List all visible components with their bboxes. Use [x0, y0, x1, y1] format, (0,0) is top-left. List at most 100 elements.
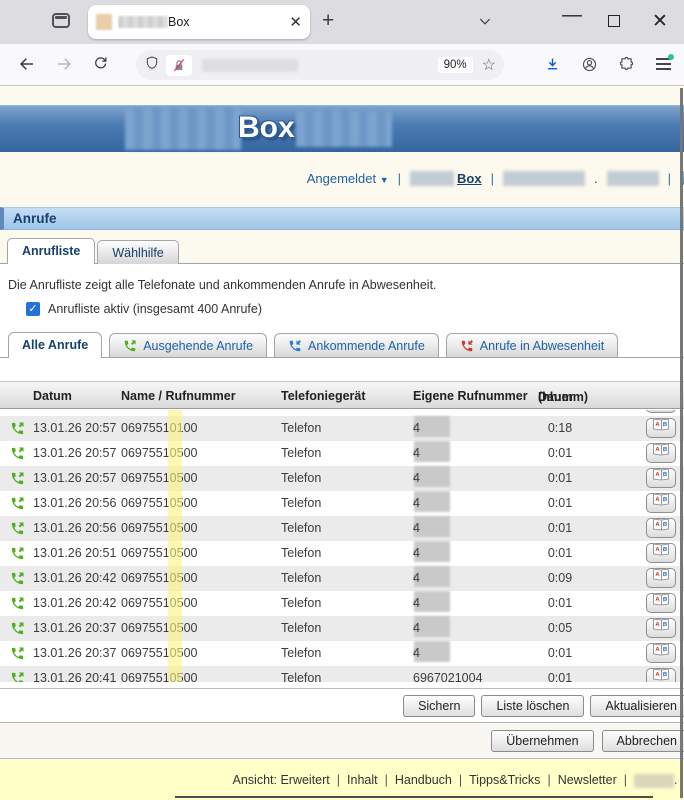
- phonebook-button[interactable]: AB: [646, 518, 676, 538]
- window-close-button[interactable]: ✕: [652, 10, 668, 33]
- call-device: Telefon: [281, 466, 321, 491]
- download-icon[interactable]: [544, 56, 561, 78]
- phonebook-button[interactable]: AB: [646, 443, 676, 463]
- extensions-puzzle-icon[interactable]: [618, 56, 635, 78]
- outgoing-call-icon: [10, 646, 25, 661]
- call-number: 06975510500: [121, 591, 197, 616]
- call-device: Telefon: [281, 541, 321, 566]
- checkbox-checked[interactable]: ✓: [26, 302, 40, 316]
- table-row: 13.01.26 20:37 06975510500 Telefon 6964 …: [0, 616, 684, 641]
- tab-anrufliste[interactable]: Anrufliste: [7, 238, 95, 264]
- page-viewport: Box Angemeldet ▼ | Box | . | ? Anrufe An…: [0, 86, 684, 800]
- logged-in-menu[interactable]: Angemeldet ▼: [307, 171, 389, 186]
- call-list-active-row: ✓ Anrufliste aktiv (insgesamt 400 Anrufe…: [26, 302, 262, 316]
- table-row: 13.01.26 20:37 06975510500 Telefon 6964 …: [0, 641, 684, 666]
- menu-redacted-2: [503, 171, 585, 186]
- firefox-view-icon[interactable]: [52, 13, 70, 28]
- footer-redacted: [634, 774, 674, 788]
- cancel-button[interactable]: Abbrechen: [602, 730, 684, 752]
- call-table-body: AB 13.01.26 20:57 06975510100 Telefon 69…: [0, 410, 684, 682]
- menu-redacted-3: [607, 171, 659, 186]
- forward-button-icon[interactable]: [55, 55, 73, 78]
- tab-favicon-redacted: [96, 14, 112, 30]
- browser-tab[interactable]: Box ✕: [88, 5, 310, 39]
- phonebook-button[interactable]: AB: [646, 568, 676, 588]
- bookmark-star-icon[interactable]: ☆: [482, 55, 496, 75]
- filter-tab-outgoing[interactable]: Ausgehende Anrufe: [109, 333, 267, 357]
- call-date: 13.01.26 20:57: [33, 416, 116, 441]
- footer-link-handbuch[interactable]: Handbuch: [395, 773, 452, 787]
- call-date: 13.01.26 20:57: [33, 466, 116, 491]
- table-row: 13.01.26 20:56 06975510500 Telefon 6964 …: [0, 491, 684, 516]
- filter-tab-all[interactable]: Alle Anrufe: [8, 332, 102, 358]
- call-filter-tabs: Alle Anrufe Ausgehende Anrufe Ankommende…: [0, 330, 684, 358]
- tab-close-icon[interactable]: ✕: [289, 13, 302, 31]
- delete-list-button[interactable]: Liste löschen: [481, 695, 584, 717]
- phonebook-button[interactable]: AB: [646, 410, 676, 413]
- call-number: 06975510500: [121, 441, 197, 466]
- back-button-icon[interactable]: [18, 55, 36, 78]
- call-duration: 0:01: [530, 491, 590, 516]
- footer-link-tipps[interactable]: Tipps&Tricks: [469, 773, 540, 787]
- outgoing-call-icon: [10, 471, 25, 486]
- new-tab-button[interactable]: +: [322, 9, 334, 33]
- account-icon[interactable]: [581, 56, 598, 78]
- phonebook-button[interactable]: AB: [646, 643, 676, 663]
- call-number: 06975510100: [121, 416, 197, 441]
- footer-dot: .: [674, 773, 677, 787]
- outgoing-call-icon: [10, 446, 25, 461]
- footer-link-ansicht[interactable]: Ansicht: Erweitert: [233, 773, 330, 787]
- menu-hamburger-icon[interactable]: [656, 58, 671, 70]
- window-minimize-button[interactable]: —: [562, 4, 582, 27]
- call-duration: 0:05: [530, 616, 590, 641]
- call-number: 06975510500: [121, 616, 197, 641]
- footer-link-newsletter[interactable]: Newsletter: [558, 773, 617, 787]
- page-scrollbar[interactable]: [680, 88, 683, 798]
- phonebook-button[interactable]: AB: [646, 418, 676, 438]
- filter-tab-incoming[interactable]: Ankommende Anrufe: [274, 333, 439, 357]
- save-button[interactable]: Sichern: [403, 695, 475, 717]
- table-row: 13.01.26 20:57 06975510100 Telefon 6964 …: [0, 416, 684, 441]
- table-row: 13.01.26 20:57 06975510500 Telefon 6964 …: [0, 441, 684, 466]
- call-date: 13.01.26 20:56: [33, 516, 116, 541]
- tab-waehlhilfe[interactable]: Wählhilfe: [97, 240, 178, 264]
- insecure-lock-icon[interactable]: [166, 55, 192, 76]
- filter-tab-missed[interactable]: Anrufe in Abwesenheit: [446, 333, 618, 357]
- outgoing-call-icon: [10, 410, 25, 411]
- call-date: 13.01.26 20:42: [33, 566, 116, 591]
- footer-separator: |: [624, 773, 627, 787]
- phonebook-button[interactable]: AB: [646, 468, 676, 488]
- outgoing-call-icon: [10, 421, 25, 436]
- call-date: 13.01.26 20:56: [33, 491, 116, 516]
- call-date: 13.01.26 20:37: [33, 641, 116, 666]
- reload-button-icon[interactable]: [92, 55, 109, 77]
- call-number: 06975510500: [121, 641, 197, 666]
- table-bottom-divider: [0, 688, 684, 689]
- phonebook-button[interactable]: AB: [646, 493, 676, 513]
- url-bar[interactable]: 90% ☆: [136, 50, 504, 80]
- main-tabs: Anrufliste Wählhilfe: [7, 236, 179, 264]
- call-duration: 0:01: [530, 591, 590, 616]
- call-date: 13.01.26 20:51: [33, 541, 116, 566]
- phonebook-button[interactable]: AB: [646, 668, 676, 682]
- shield-icon[interactable]: [144, 55, 160, 76]
- footer-link-inhalt[interactable]: Inhalt: [347, 773, 378, 787]
- site-footer: Ansicht: Erweitert|Inhalt|Handbuch|Tipps…: [0, 760, 684, 800]
- box-home-link[interactable]: Box: [457, 171, 482, 186]
- footer-underline: [175, 796, 653, 798]
- outgoing-call-icon: [10, 596, 25, 611]
- apply-button[interactable]: Übernehmen: [491, 730, 593, 752]
- window-maximize-button[interactable]: [608, 15, 620, 27]
- phonebook-button[interactable]: AB: [646, 543, 676, 563]
- menu-redacted-1: [410, 171, 454, 186]
- phonebook-button[interactable]: AB: [646, 593, 676, 613]
- refresh-button[interactable]: Aktualisieren: [590, 695, 684, 717]
- call-duration: 0:09: [530, 566, 590, 591]
- call-duration: 0:01: [530, 441, 590, 466]
- call-number: 06975510500: [121, 516, 197, 541]
- phonebook-button[interactable]: AB: [646, 618, 676, 638]
- call-duration: 0:01: [530, 641, 590, 666]
- tab-list-chevron-icon[interactable]: [478, 15, 492, 33]
- section-title-bar: Anrufe: [0, 207, 684, 230]
- zoom-level-badge[interactable]: 90%: [438, 57, 473, 73]
